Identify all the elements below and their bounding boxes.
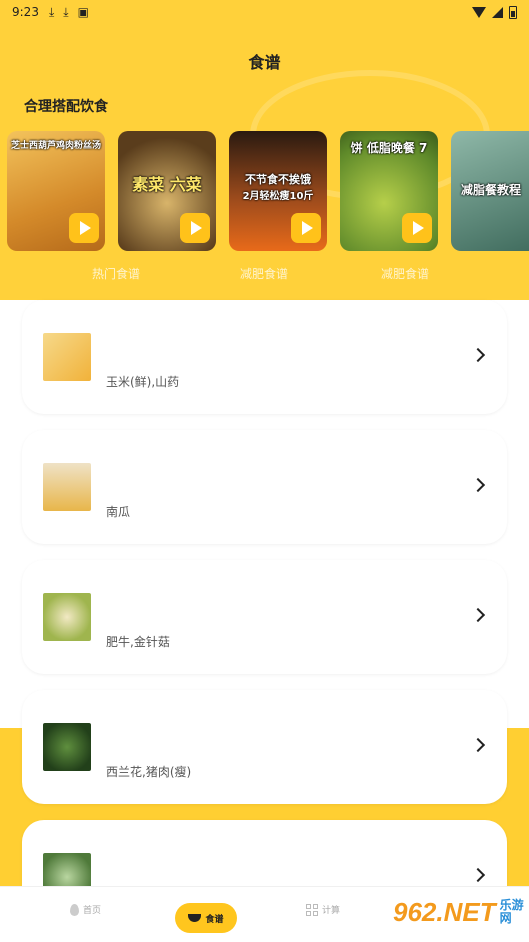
play-icon[interactable]	[291, 213, 321, 243]
status-bar: 9:23 ⤓ ⤓ ▣	[0, 0, 529, 24]
chevron-right-icon[interactable]	[470, 737, 486, 753]
recipe-card[interactable]: 西兰花,猪肉(瘦)	[22, 690, 507, 804]
recipe-thumbnail	[43, 723, 91, 771]
tab-calculate-label: 计算	[322, 906, 341, 916]
bowl-icon	[188, 914, 202, 922]
section-title: 合理搭配饮食	[24, 99, 108, 115]
card-caption: 素菜 六菜	[132, 175, 202, 194]
chevron-right-icon[interactable]	[470, 347, 486, 363]
chevron-right-icon[interactable]	[470, 867, 486, 883]
flame-icon	[70, 903, 79, 916]
watermark-logo: 962.NET	[393, 896, 496, 927]
battery-icon	[509, 5, 517, 19]
card-caption-line2: 2月轻松瘦10斤	[242, 191, 314, 202]
recipe-list: 玉米(鲜),山药 南瓜 肥牛,金针菇 西兰花,猪肉(瘦)	[22, 300, 507, 942]
download-icon: ⤓	[48, 4, 55, 19]
signal-icon	[492, 6, 503, 18]
carousel-card[interactable]: 饼 低脂晚餐 7	[340, 131, 438, 251]
carousel-card[interactable]: 不节食不挨饿 2月轻松瘦10斤	[229, 131, 327, 251]
chevron-right-icon[interactable]	[470, 607, 486, 623]
watermark-subtitle: 乐游网	[499, 898, 524, 925]
recipe-card[interactable]: 玉米(鲜),山药	[22, 300, 507, 414]
category-labels: 热门食谱 减肥食谱 减肥食谱	[0, 265, 529, 283]
recipe-ingredients: 西兰花,猪肉(瘦)	[106, 765, 192, 779]
wifi-icon	[472, 6, 486, 18]
card-caption: 不节食不挨饿	[245, 173, 311, 186]
play-icon[interactable]	[69, 213, 99, 243]
recipe-card[interactable]: 肥牛,金针菇	[22, 560, 507, 674]
recipe-thumbnail	[43, 463, 91, 511]
app-icon: ▣	[77, 5, 89, 19]
watermark: 962.NET 乐游网	[393, 886, 525, 938]
recipe-ingredients: 南瓜	[106, 505, 131, 519]
card-caption: 芝士西葫芦鸡肉粉丝汤	[10, 141, 101, 151]
play-icon[interactable]	[402, 213, 432, 243]
carousel-card[interactable]: 素菜 六菜	[118, 131, 216, 251]
recipe-carousel[interactable]: 芝士西葫芦鸡肉粉丝汤 素菜 六菜 不节食不挨饿 2月轻松瘦10斤 饼 低脂晚餐 …	[0, 131, 529, 253]
recipe-card[interactable]: 南瓜	[22, 430, 507, 544]
carousel-card[interactable]: 减脂餐教程	[451, 131, 529, 251]
recipe-thumbnail	[43, 593, 91, 641]
recipe-thumbnail	[43, 333, 91, 381]
status-time: 9:23	[12, 5, 39, 19]
tab-recipes-label: 食谱	[205, 914, 224, 925]
grid-icon	[306, 903, 318, 916]
download-icon: ⤓	[63, 4, 69, 19]
page-title: 食谱	[248, 53, 281, 72]
category-label[interactable]: 热门食谱	[92, 265, 140, 282]
tab-home[interactable]: 首页	[70, 903, 101, 916]
tab-home-label: 首页	[83, 906, 102, 916]
chevron-right-icon[interactable]	[470, 477, 486, 493]
tab-recipes[interactable]: 食谱	[175, 903, 237, 933]
play-icon[interactable]	[180, 213, 210, 243]
recipe-ingredients: 肥牛,金针菇	[106, 635, 170, 649]
card-caption: 饼 低脂晚餐 7	[350, 141, 428, 155]
tab-calculate[interactable]: 计算	[306, 903, 340, 916]
category-label[interactable]: 减肥食谱	[240, 265, 288, 282]
carousel-card[interactable]: 芝士西葫芦鸡肉粉丝汤	[7, 131, 105, 251]
category-label[interactable]: 减肥食谱	[381, 265, 429, 282]
card-caption: 减脂餐教程	[461, 183, 522, 197]
recipe-ingredients: 玉米(鲜),山药	[106, 375, 180, 389]
